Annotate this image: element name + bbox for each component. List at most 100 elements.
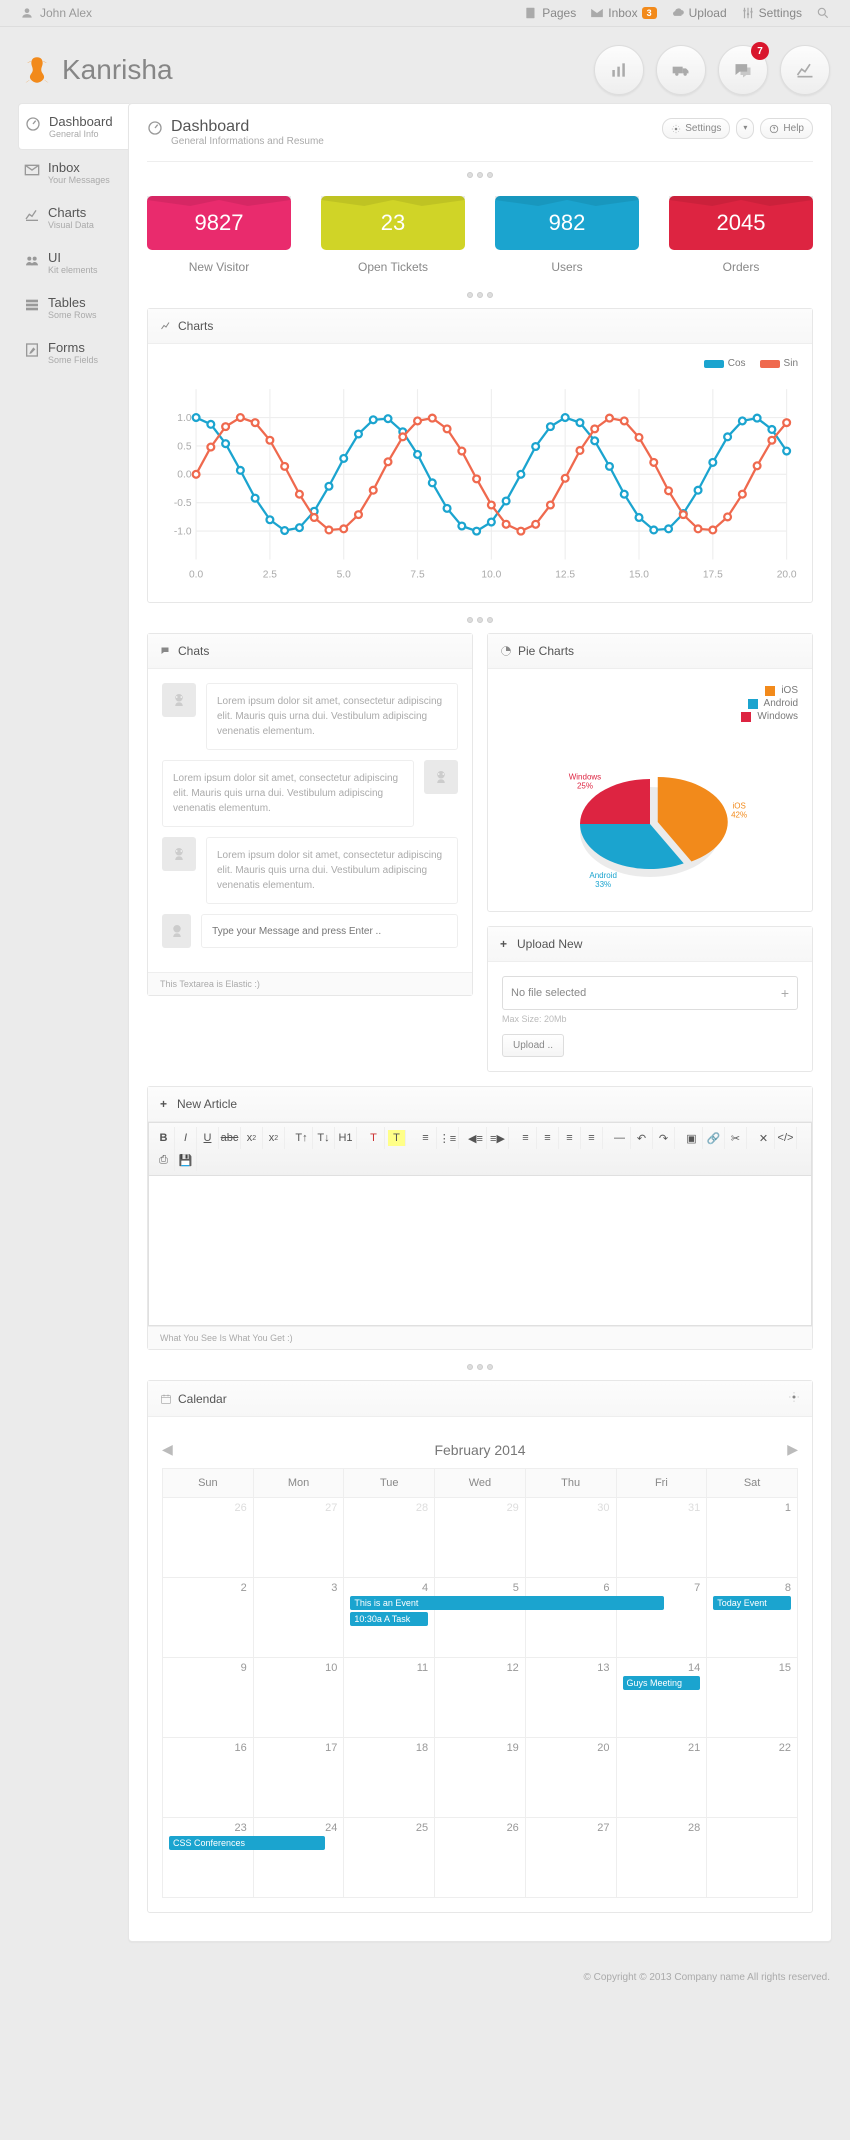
stat-new-visitor[interactable]: 9827New Visitor [147,196,291,274]
cal-event[interactable]: This is an Event [350,1596,664,1610]
chat-input[interactable] [201,914,458,948]
text-color-button[interactable]: T [363,1127,385,1149]
cal-cell[interactable]: 14Guys Meeting [616,1658,707,1738]
cal-cell[interactable]: 3 [253,1578,344,1658]
cal-cell[interactable]: 10 [253,1658,344,1738]
cal-prev[interactable]: ◀ [162,1441,173,1458]
hr-button[interactable]: — [609,1127,631,1149]
sidebar-item-dashboard[interactable]: DashboardGeneral Info [18,103,129,150]
cal-event[interactable]: Today Event [713,1596,791,1610]
link-button[interactable]: 🔗 [703,1127,725,1149]
print-button[interactable]: ⎙ [153,1149,175,1171]
cal-cell[interactable]: 31 [616,1498,707,1578]
align-right-button[interactable]: ≡ [559,1127,581,1149]
source-button[interactable]: </> [775,1127,797,1149]
cal-cell[interactable]: 27 [525,1818,616,1898]
cal-next[interactable]: ▶ [787,1441,798,1458]
stat-open-tickets[interactable]: 23Open Tickets [321,196,465,274]
cal-cell[interactable]: 30 [525,1498,616,1578]
help-button[interactable]: Help [760,118,813,139]
sidebar-item-ui[interactable]: UIKit elements [18,240,128,285]
gear-icon[interactable] [788,1391,800,1403]
highlight-button[interactable]: T [388,1130,406,1146]
cal-cell[interactable]: 23CSS Conferences [163,1818,254,1898]
image-button[interactable]: ▣ [681,1127,703,1149]
unlink-button[interactable]: ✂ [725,1127,747,1149]
nav-upload[interactable]: Upload [671,6,727,20]
font-inc-button[interactable]: T↑ [291,1127,313,1149]
nav-search[interactable] [816,6,830,20]
cal-cell[interactable]: 24 [253,1818,344,1898]
cal-cell[interactable]: 17 [253,1738,344,1818]
cal-cell[interactable]: 7 [616,1578,707,1658]
ul-button[interactable]: ⋮≡ [437,1127,459,1149]
align-center-button[interactable]: ≡ [537,1127,559,1149]
sidebar-item-charts[interactable]: ChartsVisual Data [18,195,128,240]
cal-cell[interactable]: 26 [435,1818,526,1898]
ol-button[interactable]: ≡ [415,1127,437,1149]
cal-cell[interactable]: 29 [435,1498,526,1578]
cal-cell[interactable]: 28 [344,1498,435,1578]
header-btn-stats[interactable] [594,45,644,95]
cal-cell[interactable]: 4This is an Event10:30a A Task [344,1578,435,1658]
settings-dropdown[interactable]: ▾ [736,118,754,139]
cal-cell[interactable]: 18 [344,1738,435,1818]
sub-button[interactable]: x2 [241,1127,263,1149]
font-dec-button[interactable]: T↓ [313,1127,335,1149]
cal-cell[interactable]: 6 [525,1578,616,1658]
sidebar-item-forms[interactable]: FormsSome Fields [18,330,128,375]
cal-cell[interactable]: 27 [253,1498,344,1578]
sidebar-item-inbox[interactable]: InboxYour Messages [18,150,128,195]
sup-button[interactable]: x2 [263,1127,285,1149]
nav-settings[interactable]: Settings [741,6,802,20]
settings-button[interactable]: Settings [662,118,730,139]
justify-button[interactable]: ≡ [581,1127,603,1149]
indent-button[interactable]: ≡▶ [487,1127,509,1149]
header-btn-chat[interactable]: 7 [718,45,768,95]
editor-area[interactable] [148,1176,812,1326]
brand-logo[interactable]: Kanrisha [20,53,173,87]
cal-event[interactable]: CSS Conferences [169,1836,325,1850]
cal-cell[interactable]: 25 [344,1818,435,1898]
header-btn-truck[interactable] [656,45,706,95]
cal-cell[interactable]: 20 [525,1738,616,1818]
cal-cell[interactable]: 21 [616,1738,707,1818]
nav-inbox[interactable]: Inbox3 [590,6,656,20]
user-label[interactable]: John Alex [20,6,92,20]
cal-cell[interactable]: 2 [163,1578,254,1658]
cal-cell[interactable]: 12 [435,1658,526,1738]
nav-pages[interactable]: Pages [524,6,576,20]
file-input[interactable]: No file selected+ [502,976,798,1010]
undo-button[interactable]: ↶ [631,1127,653,1149]
cal-cell[interactable]: 9 [163,1658,254,1738]
cal-cell[interactable]: 13 [525,1658,616,1738]
cal-cell[interactable] [707,1818,798,1898]
cal-cell[interactable]: 1 [707,1498,798,1578]
cal-cell[interactable]: 19 [435,1738,526,1818]
h1-button[interactable]: H1 [335,1127,357,1149]
cal-cell[interactable]: 15 [707,1658,798,1738]
strike-button[interactable]: abc [219,1127,241,1149]
clear-button[interactable]: ✕ [753,1127,775,1149]
cal-cell[interactable]: 28 [616,1818,707,1898]
cal-cell[interactable]: 5 [435,1578,526,1658]
sidebar-item-tables[interactable]: TablesSome Rows [18,285,128,330]
cal-event[interactable]: Guys Meeting [623,1676,701,1690]
cal-cell[interactable]: 16 [163,1738,254,1818]
bold-button[interactable]: B [153,1127,175,1149]
align-left-button[interactable]: ≡ [515,1127,537,1149]
redo-button[interactable]: ↷ [653,1127,675,1149]
underline-button[interactable]: U [197,1127,219,1149]
stat-users[interactable]: 982Users [495,196,639,274]
cal-cell[interactable]: 11 [344,1658,435,1738]
italic-button[interactable]: I [175,1127,197,1149]
outdent-button[interactable]: ◀≡ [465,1127,487,1149]
stat-orders[interactable]: 2045Orders [669,196,813,274]
cal-cell[interactable]: 26 [163,1498,254,1578]
header-btn-chart[interactable] [780,45,830,95]
upload-button[interactable]: Upload .. [502,1034,564,1057]
cal-cell[interactable]: 8Today Event [707,1578,798,1658]
cal-cell[interactable]: 22 [707,1738,798,1818]
cal-event[interactable]: 10:30a A Task [350,1612,428,1626]
save-button[interactable]: 💾 [175,1149,197,1171]
